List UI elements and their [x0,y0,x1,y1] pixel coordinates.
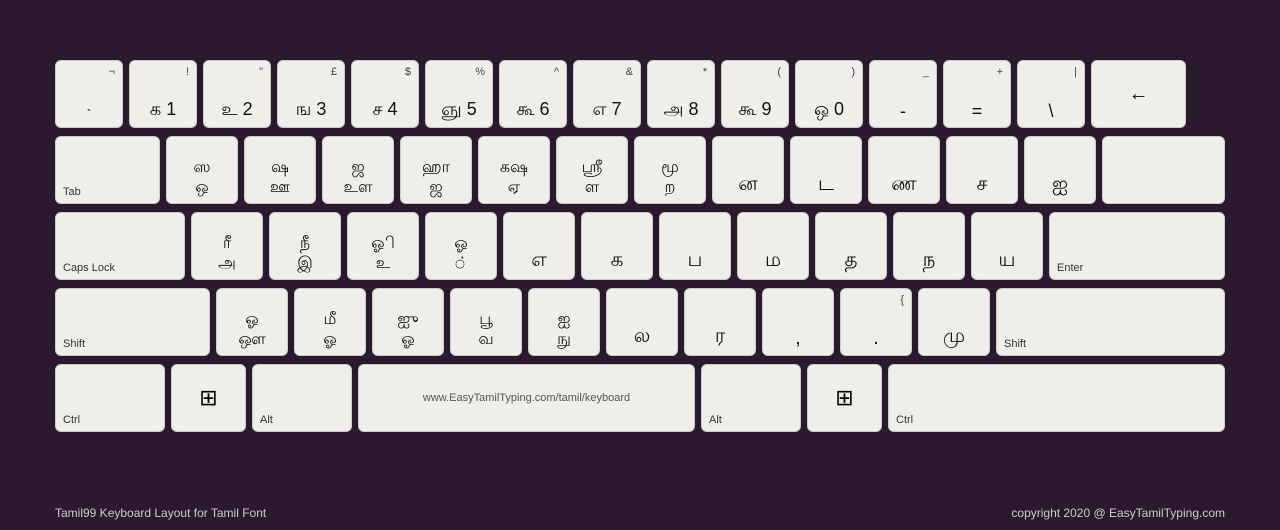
key-win-right[interactable]: ⊞ [807,364,882,432]
key-minus[interactable]: _ - [869,60,937,128]
key-g[interactable]: எ [503,212,575,280]
key-r[interactable]: ஹாஜ [400,136,472,204]
row-bottom: Ctrl ⊞ Alt www.EasyTamilTyping.com/tamil… [55,364,1225,432]
key-capslock[interactable]: Caps Lock [55,212,185,280]
key-win-left[interactable]: ⊞ [171,364,246,432]
key-ctrl-right[interactable]: Ctrl [888,364,1225,432]
key-t[interactable]: கஷஏ [478,136,550,204]
key-backtick[interactable]: ¬ ` [55,60,123,128]
key-9[interactable]: ( கூ 9 [721,60,789,128]
key-7[interactable]: & எ 7 [573,60,641,128]
key-v[interactable]: பூவ [450,288,522,356]
key-6[interactable]: ^ கூ 6 [499,60,567,128]
key-alt-left[interactable]: Alt [252,364,352,432]
key-k[interactable]: ம [737,212,809,280]
key-comma[interactable]: , [762,288,834,356]
key-b[interactable]: ஐநு [528,288,600,356]
key-bracket-r[interactable]: ஐ [1024,136,1096,204]
key-a[interactable]: ரீஅ [191,212,263,280]
key-alt-right[interactable]: Alt [701,364,801,432]
key-m[interactable]: ர [684,288,756,356]
key-e[interactable]: ஜஉள [322,136,394,204]
key-d[interactable]: ஓிஉ [347,212,419,280]
key-y[interactable]: ஸ்ரீள [556,136,628,204]
row-capslock: Caps Lock ரீஅ நீஇ ஓிஉ ஓ் எ க ப [55,212,1225,280]
key-4[interactable]: $ ச 4 [351,60,419,128]
key-quote[interactable]: ய [971,212,1043,280]
key-l[interactable]: த [815,212,887,280]
key-c[interactable]: ஐுஓ [372,288,444,356]
key-f[interactable]: ஓ் [425,212,497,280]
key-space[interactable]: www.EasyTamilTyping.com/tamil/keyboard [358,364,695,432]
key-p[interactable]: ண [868,136,940,204]
key-s[interactable]: நீஇ [269,212,341,280]
key-0[interactable]: ) ஒ 0 [795,60,863,128]
key-slash[interactable]: மு [918,288,990,356]
key-x[interactable]: மீஓ [294,288,366,356]
key-5[interactable]: % ஞு 5 [425,60,493,128]
row-tab: Tab ஸஒ ஷஊ ஜஉள ஹாஜ கஷஏ ஸ்ரீள மூற [55,136,1225,204]
footer-left: Tamil99 Keyboard Layout for Tamil Font [55,506,266,520]
key-q[interactable]: ஸஒ [166,136,238,204]
key-z[interactable]: ஓஔ [216,288,288,356]
key-2[interactable]: " உ 2 [203,60,271,128]
key-enter-top[interactable] [1102,136,1225,204]
key-h[interactable]: க [581,212,653,280]
windows-icon-left: ⊞ [199,385,217,411]
key-3[interactable]: £ ங 3 [277,60,345,128]
row-numbers: ¬ ` ! க 1 " உ 2 £ ங 3 $ ச 4 % ஞு 5 ^ கூ … [55,60,1225,128]
key-j[interactable]: ப [659,212,731,280]
keyboard: ¬ ` ! க 1 " உ 2 £ ங 3 $ ச 4 % ஞு 5 ^ கூ … [55,60,1225,432]
windows-icon-right: ⊞ [835,385,853,411]
key-u[interactable]: மூற [634,136,706,204]
key-o[interactable]: ட [790,136,862,204]
key-ctrl-left[interactable]: Ctrl [55,364,165,432]
key-period[interactable]: { . [840,288,912,356]
key-shift-right[interactable]: Shift [996,288,1225,356]
key-backslash[interactable]: | \ [1017,60,1085,128]
key-semicolon[interactable]: ந [893,212,965,280]
key-shift-left[interactable]: Shift [55,288,210,356]
key-bracket-l[interactable]: ச [946,136,1018,204]
footer-right: copyright 2020 @ EasyTamilTyping.com [1011,506,1225,520]
key-8[interactable]: * அ 8 [647,60,715,128]
key-i[interactable]: ன [712,136,784,204]
footer: Tamil99 Keyboard Layout for Tamil Font c… [55,506,1225,520]
key-tab[interactable]: Tab [55,136,160,204]
key-enter[interactable]: Enter [1049,212,1225,280]
key-w[interactable]: ஷஊ [244,136,316,204]
row-shift: Shift ஓஔ மீஓ ஐுஓ பூவ ஐநு ல ர [55,288,1225,356]
key-backspace[interactable]: ← [1091,60,1186,128]
key-1[interactable]: ! க 1 [129,60,197,128]
key-equals[interactable]: + = [943,60,1011,128]
key-n[interactable]: ல [606,288,678,356]
space-bar-url: www.EasyTamilTyping.com/tamil/keyboard [423,392,630,404]
